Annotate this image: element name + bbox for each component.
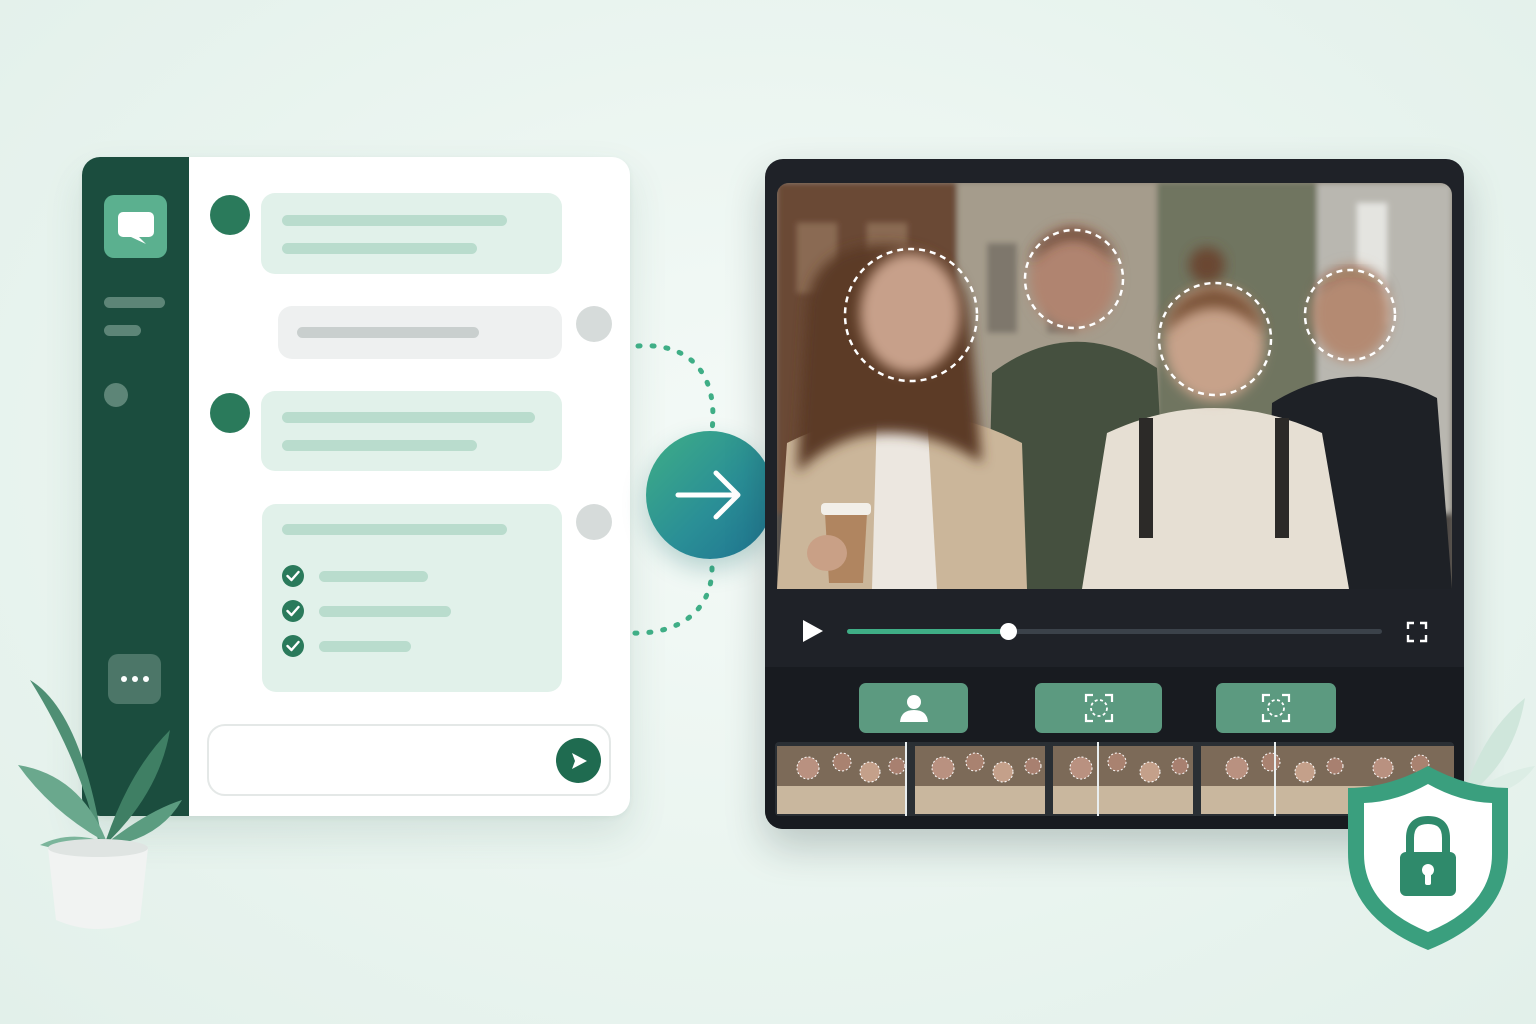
timeline-marker[interactable] <box>1270 742 1280 816</box>
checklist-item-placeholder <box>319 641 411 652</box>
filmstrip-frame <box>1053 746 1193 814</box>
video-editor <box>765 159 1464 829</box>
incoming-message <box>261 193 562 274</box>
sidebar-item[interactable] <box>104 297 165 308</box>
video-preview[interactable] <box>777 183 1452 589</box>
timeline-marker[interactable] <box>901 742 911 816</box>
outgoing-message <box>278 306 562 359</box>
filmstrip-frame <box>777 746 907 814</box>
convert-arrow-button[interactable] <box>646 431 774 559</box>
person-tool-button[interactable] <box>859 683 968 733</box>
contact-avatar <box>210 195 250 235</box>
chat-bubble-icon[interactable] <box>104 195 167 258</box>
message-input[interactable] <box>207 724 611 796</box>
filmstrip-frame <box>915 746 1045 814</box>
message-text-placeholder <box>282 412 535 423</box>
checklist-item-placeholder <box>319 571 428 582</box>
arrow-right-icon <box>675 470 741 520</box>
face-scan-icon <box>1261 693 1291 723</box>
progress-bar[interactable] <box>847 623 1382 640</box>
message-text-placeholder <box>282 440 477 451</box>
face-scan-tool-button[interactable] <box>1216 683 1336 733</box>
play-icon[interactable] <box>801 618 825 644</box>
message-text-placeholder <box>297 327 479 338</box>
send-icon <box>572 753 587 769</box>
face-scan-icon <box>1084 693 1114 723</box>
sidebar-item[interactable] <box>104 325 141 336</box>
send-button[interactable] <box>556 738 601 783</box>
fullscreen-icon[interactable] <box>1406 621 1428 643</box>
checklist-message <box>262 504 562 692</box>
scrubber-handle[interactable] <box>999 623 1017 640</box>
face-scan-tool-button[interactable] <box>1035 683 1162 733</box>
checkmark-icon <box>282 635 304 657</box>
message-text-placeholder <box>282 215 507 226</box>
person-icon <box>900 695 928 722</box>
message-text-placeholder <box>282 243 477 254</box>
checkmark-icon <box>282 565 304 587</box>
status-dot <box>104 383 128 407</box>
contact-avatar <box>210 393 250 433</box>
incoming-message <box>261 391 562 471</box>
plant-decoration <box>18 680 182 929</box>
checklist-item-placeholder <box>319 606 451 617</box>
shield-lock-icon <box>1348 766 1508 950</box>
checkmark-icon <box>282 600 304 622</box>
timeline-marker[interactable] <box>1093 742 1103 816</box>
progress-fill <box>847 629 1008 634</box>
message-text-placeholder <box>282 524 507 535</box>
